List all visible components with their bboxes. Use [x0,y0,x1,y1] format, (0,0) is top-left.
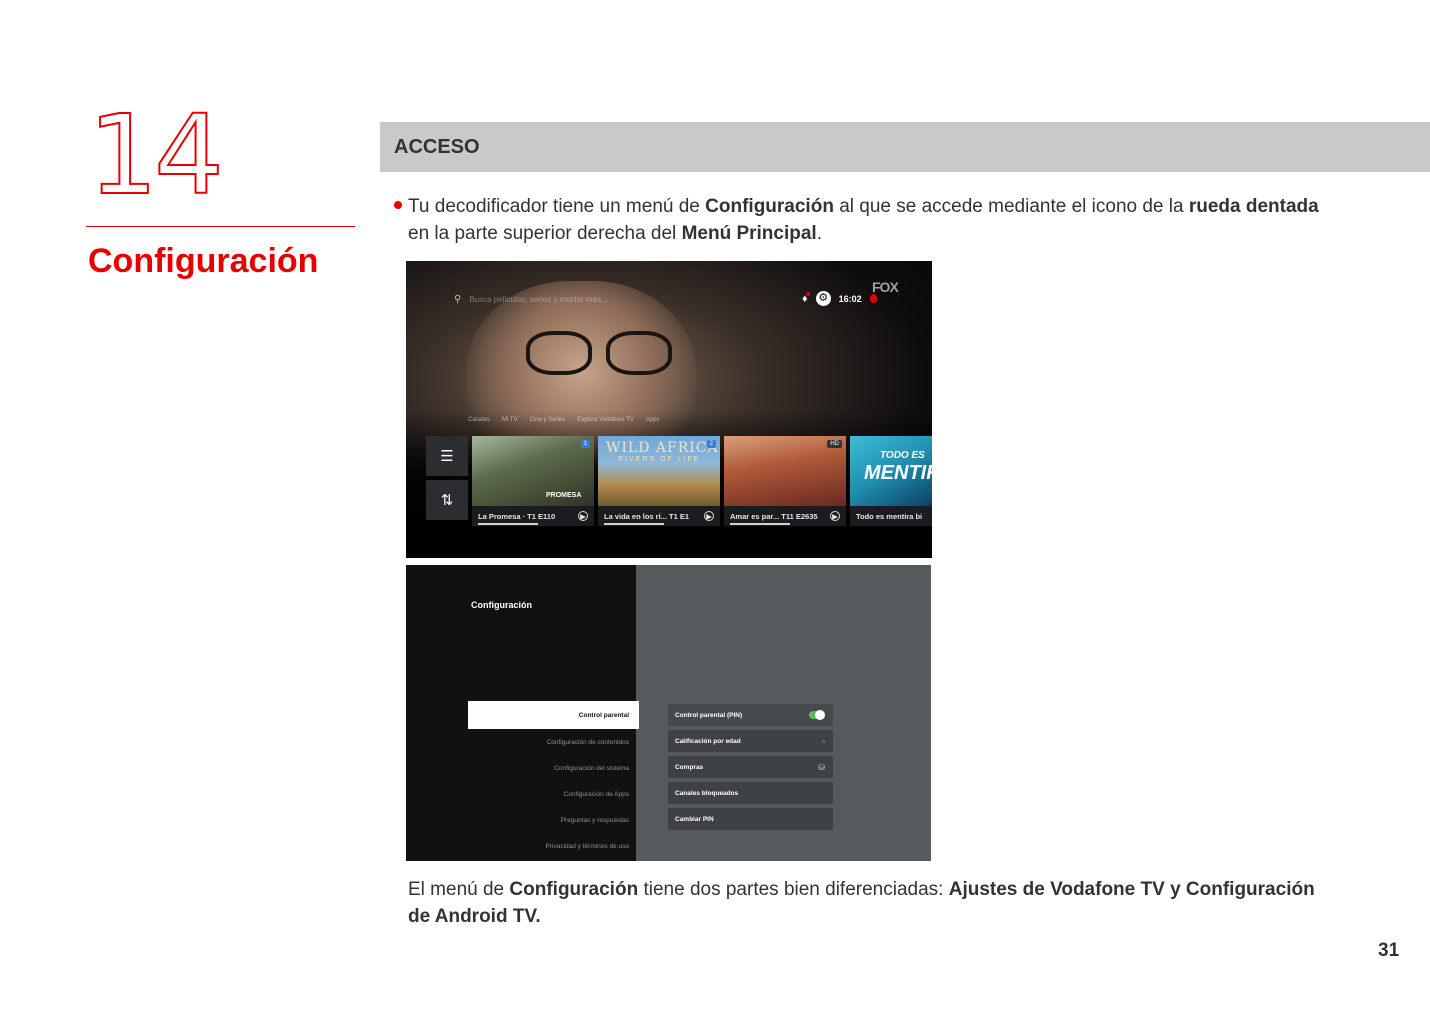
home-screenshot: ⚲ Busca películas, series y mucho más...… [406,261,932,558]
intro-paragraph: Tu decodificador tiene un menú de Config… [394,193,1334,247]
search-icon: ⚲ [454,294,462,305]
chapter-number: 14 [87,91,225,219]
menu-item-preguntas[interactable]: Preguntas y respuestas [468,807,639,833]
guide-button[interactable]: ☰ [426,436,468,476]
option-canales-bloqueados[interactable]: Canales bloqueados [668,782,833,804]
menu-item-privacidad[interactable]: Privacidad y términos de uso [468,833,639,859]
bell-icon[interactable]: ♦ [802,291,810,305]
content-card[interactable]: TODO ES MENTIRA Todo es mentira bi [850,436,932,526]
option-label: Canales bloqueados [675,789,739,797]
content-row: 1 PROMESA La Promesa · T1 E110 ▶ WILD AF… [472,436,932,526]
caption-text-1: El menú de [408,879,510,900]
home-tabs: Canales Mi TV Cine y Series Explora Voda… [468,417,660,423]
gear-icon[interactable]: ⚙ [815,291,831,306]
tab-explora[interactable]: Explora Vodafone TV [577,417,634,423]
toggle-switch[interactable] [809,710,825,720]
option-compras[interactable]: Compras ⛁ [668,756,833,778]
tab-canales[interactable]: Canales [468,417,490,423]
info-icon: ▫ [822,736,825,746]
option-label: Calificación por edad [675,737,741,745]
caption-text-2: tiene dos partes bien diferenciadas: [638,879,949,900]
caption-paragraph: El menú de Configuración tiene dos parte… [408,876,1338,930]
section-header-bar: ACCESO [380,122,1430,172]
card-title: Todo es mentira bi [856,511,923,521]
settings-options: Control parental (PIN) Calificación por … [668,704,833,834]
intro-text-2: al que se accede mediante el icono de la [833,196,1189,217]
play-icon: ▶ [830,511,840,521]
intro-text: Tu decodificador tiene un menú de Config… [408,193,1334,247]
progress-bar [604,523,664,525]
option-label: Compras [675,763,704,771]
chapter-rule [86,226,355,227]
card-overlay-big: MENTIRA [864,462,932,484]
settings-title: Configuración [471,600,532,610]
intro-bold-3: Menú Principal [681,223,817,244]
card-title: La Promesa · T1 E110 [478,511,556,521]
intro-bold-1: Configuración [705,196,834,217]
lock-icon: ⛁ [818,762,825,772]
tab-apps[interactable]: Apps [646,417,660,423]
menu-list-icon: ☰ [440,448,454,465]
hero-glasses-image [526,331,676,375]
card-overlay: PROMESA [546,492,582,499]
content-card[interactable]: 1 PROMESA La Promesa · T1 E110 ▶ [472,436,594,526]
section-heading: ACCESO [394,135,480,158]
card-title: La vida en los rí... T1 E1 [604,511,690,521]
intro-bold-2: rueda dentada [1188,196,1319,217]
top-right-controls: ♦ ⚙ 16:02 [802,291,877,306]
sliders-icon: ⇅ [440,492,454,509]
card-title: Amar es par... T11 E2635 [730,511,818,521]
card-overlay: TODO ES [880,450,925,461]
option-label: Control parental (PIN) [675,711,743,719]
page-number: 31 [1378,940,1400,961]
chapter-title: Configuración [88,242,319,280]
card-badge: 2 [706,440,716,448]
option-control-parental-pin[interactable]: Control parental (PIN) [668,704,833,726]
clock: 16:02 [838,293,862,304]
search-placeholder: Busca películas, series y mucho más... [469,295,608,304]
card-badge: HD [827,440,842,448]
option-calificacion-edad[interactable]: Calificación por edad ▫ [668,730,833,752]
progress-bar [478,523,538,525]
play-icon: ▶ [704,511,714,521]
tab-mi-tv[interactable]: Mi TV [502,417,518,423]
intro-text-3: en la parte superior derecha del [408,223,682,244]
channel-logo: FOX [872,279,899,295]
bullet-dot-icon [394,201,402,209]
content-card[interactable]: WILD AFRICA RIVERS OF LIFE 2 La vida en … [598,436,720,526]
progress-bar [730,523,790,525]
card-overlay-sub: RIVERS OF LIFE [618,456,701,463]
card-overlay: WILD AFRICA [606,440,719,456]
tab-cine-series[interactable]: Cine y Series [530,417,566,423]
intro-text-4: . [816,223,822,244]
intro-text-1: Tu decodificador tiene un menú de [408,196,706,217]
side-buttons: ☰ ⇅ [426,436,468,524]
menu-item-apps[interactable]: Configuración de Apps [468,781,639,807]
menu-item-sistema[interactable]: Configuración del sistema [468,755,639,781]
option-cambiar-pin[interactable]: Cambiar PIN [668,808,833,830]
play-icon: ▶ [578,511,588,521]
settings-menu: Control parental Configuración de conten… [468,701,639,859]
card-info-bar: Todo es mentira bi [850,506,932,526]
settings-sliders-button[interactable]: ⇅ [426,480,468,520]
option-label: Cambiar PIN [675,815,714,823]
card-badge: 1 [580,440,590,448]
search-bar[interactable]: ⚲ Busca películas, series y mucho más... [454,294,608,305]
caption-bold-1: Configuración [509,879,639,900]
menu-item-control-parental[interactable]: Control parental [468,701,639,729]
menu-item-contenidos[interactable]: Configuración de contenidos [468,729,639,755]
settings-screenshot: Configuración Control parental Configura… [406,565,931,861]
content-card[interactable]: HD Amar es par... T11 E2635 ▶ [724,436,846,526]
record-icon [869,294,877,303]
